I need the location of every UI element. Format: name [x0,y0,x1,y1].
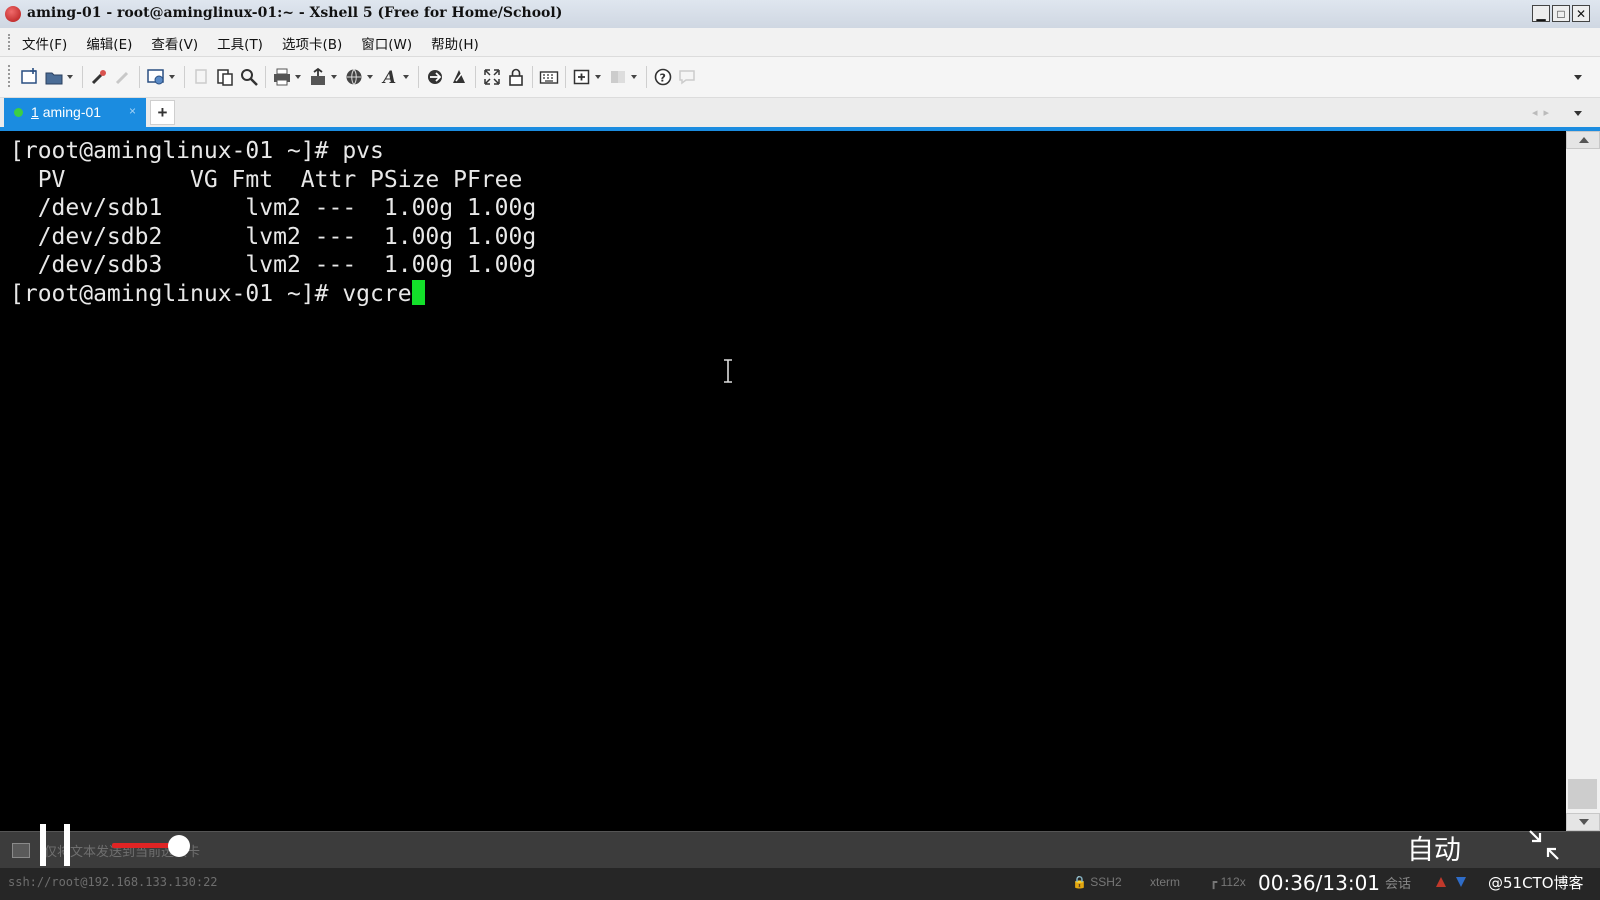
close-button[interactable]: ✕ [1572,5,1590,22]
pause-button[interactable] [40,824,70,866]
pause-bar-left [40,824,46,866]
print-dropdown-arrow[interactable] [294,65,302,89]
connection-address: ssh://root@192.168.133.130:22 [8,875,218,889]
lock-icon[interactable] [504,65,528,89]
connection-status-icon [14,108,23,117]
add-dropdown-arrow[interactable] [594,65,602,89]
terminal-line: [root@aminglinux-01 ~]# pvs [10,138,384,164]
terminal-line: /dev/sdb1 lvm2 --- 1.00g 1.00g [10,195,537,222]
paste-icon[interactable] [213,65,237,89]
text-cursor-icon [722,359,734,388]
tab-session[interactable]: 1 aming-01 × [4,98,146,127]
layout-icon [606,65,630,89]
scroll-up-arrow[interactable] [1566,131,1600,149]
pause-bar-right [64,824,70,866]
terminal-size: ┏ 112x [1210,875,1246,889]
menu-tab[interactable]: 选项卡(B) [282,33,342,53]
font-dropdown-arrow[interactable] [402,65,410,89]
copy-icon [189,65,213,89]
fullscreen-icon[interactable] [480,65,504,89]
terminal-line: /dev/sdb3 lvm2 --- 1.00g 1.00g [10,252,537,279]
video-progress-knob[interactable] [168,835,190,857]
current-command: [root@aminglinux-01 ~]# vgcre [10,280,412,307]
tab-list-menu-icon[interactable] [1574,111,1582,116]
maximize-button[interactable]: □ [1552,5,1570,22]
new-tab-button[interactable]: + [150,100,175,125]
exit-fullscreen-icon[interactable] [1527,828,1561,862]
terminal-type: xterm [1150,875,1180,889]
properties-dropdown-arrow[interactable] [168,65,176,89]
menu-view[interactable]: 查看(V) [151,33,198,53]
video-time: 00:36/13:01 [1258,871,1381,895]
menu-edit[interactable]: 编辑(E) [86,33,132,53]
minimize-button[interactable]: ▁ [1532,5,1550,22]
open-dropdown-arrow[interactable] [66,65,74,89]
window-title: aming-01 - root@aminglinux-01:~ - Xshell… [27,5,563,21]
properties-icon[interactable] [144,65,168,89]
tab-close-icon[interactable]: × [129,104,136,118]
quality-auto-button[interactable]: 自动 [1407,828,1461,867]
terminal-prompt-line: [root@aminglinux-01 ~]# vgcre [10,279,536,309]
menu-window[interactable]: 窗口(W) [361,33,412,53]
new-session-icon[interactable] [18,65,42,89]
open-folder-icon[interactable] [42,65,66,89]
chat-icon [675,65,699,89]
menu-grip[interactable] [8,34,12,50]
add-icon[interactable] [570,65,594,89]
scroll-down-arrow[interactable] [1566,813,1600,831]
upload-arrow-icon [1436,877,1446,887]
reconnect-icon[interactable] [87,65,111,89]
protocol-label: 🔒 SSH2 [1072,875,1122,889]
tab-name: aming-01 [42,104,102,120]
help-icon[interactable]: ? [651,65,675,89]
compose-bar[interactable]: 仅将文本发送到当前选项卡 [0,831,1600,869]
toolbar-grip[interactable] [8,65,12,87]
xshell-logo-icon [5,6,21,22]
globe-dropdown-arrow[interactable] [366,65,374,89]
transfer-icon[interactable] [306,65,330,89]
compose-icon[interactable] [12,843,30,858]
protocol-text: SSH2 [1090,875,1122,889]
sessions-label: 会话 [1385,876,1412,891]
menu-tools[interactable]: 工具(T) [217,33,263,53]
menu-help[interactable]: 帮助(H) [431,33,479,53]
terminal-output: [root@aminglinux-01 ~]# pvs PV VG Fmt At… [10,137,536,309]
print-icon[interactable] [270,65,294,89]
tab-label: 1 aming-01 [31,104,101,120]
svg-text:?: ? [660,72,666,85]
toolbar-overflow-icon[interactable] [1574,75,1582,80]
disconnect-icon [111,65,135,89]
xmanager-icon[interactable] [447,65,471,89]
site-watermark: @51CTO博客 [1488,874,1584,892]
toolbar: A ? [0,57,1600,98]
transfer-dropdown-arrow[interactable] [330,65,338,89]
xftp-icon[interactable] [423,65,447,89]
terminal-cursor [411,279,425,305]
terminal-line: PV VG Fmt Attr PSize PFree [10,166,523,193]
keyboard-icon[interactable] [537,65,561,89]
layout-dropdown-arrow[interactable] [630,65,638,89]
menu-bar: 文件(F) 编辑(E) 查看(V) 工具(T) 选项卡(B) 窗口(W) 帮助(… [0,28,1600,57]
menu-file[interactable]: 文件(F) [22,33,67,53]
globe-icon[interactable] [342,65,366,89]
tab-scroll-arrows[interactable]: ◂▸ [1532,106,1555,119]
font-icon[interactable]: A [378,65,402,89]
vertical-scrollbar[interactable] [1566,131,1600,831]
title-bar: aming-01 - root@aminglinux-01:~ - Xshell… [0,0,1600,29]
window-controls: ▁ □ ✕ [1532,5,1590,22]
svg-text:A: A [381,68,396,87]
tab-number: 1 [31,104,39,120]
find-icon[interactable] [237,65,261,89]
scroll-thumb[interactable] [1568,779,1597,809]
xshell-window: aming-01 - root@aminglinux-01:~ - Xshell… [0,0,1600,900]
tab-bar: 1 aming-01 × + ◂▸ [0,98,1600,127]
download-arrow-icon [1456,877,1466,887]
terminal-size-text: 112x [1220,875,1246,889]
terminal-area[interactable]: [root@aminglinux-01 ~]# pvs PV VG Fmt At… [0,131,1566,831]
terminal-line: /dev/sdb2 lvm2 --- 1.00g 1.00g [10,223,537,250]
